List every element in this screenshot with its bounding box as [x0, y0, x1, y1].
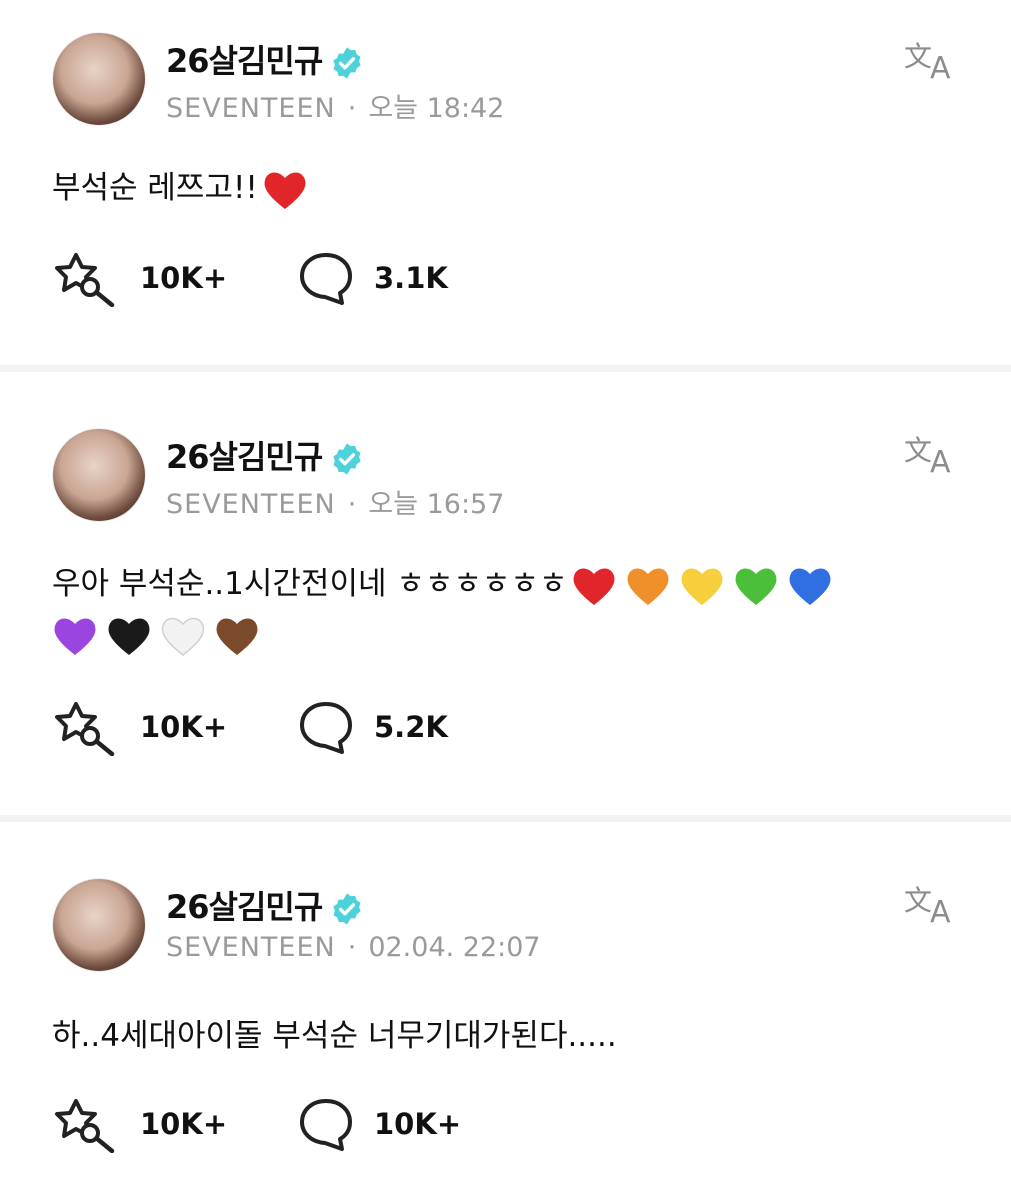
svg-text:文: 文: [904, 434, 932, 467]
comment-button[interactable]: 3.1K: [298, 248, 448, 308]
timestamp: 오늘 16:57: [368, 489, 505, 520]
like-button[interactable]: 10K+: [52, 1094, 227, 1154]
black-heart-icon: [108, 618, 150, 655]
meta-separator: ·: [347, 93, 357, 124]
post-divider: [0, 365, 1011, 372]
username[interactable]: 26살김민규: [166, 36, 364, 82]
group-name: SEVENTEEN: [166, 93, 336, 124]
avatar[interactable]: [52, 32, 146, 126]
comment-count: 3.1K: [374, 261, 448, 295]
post-meta: SEVENTEEN · 02.04. 22:07: [166, 932, 541, 963]
post: 26살김민규 SEVENTEEN · 오늘 16:57 文 A 우아 부석순..1시…: [0, 372, 1011, 815]
comment-button[interactable]: 5.2K: [298, 697, 448, 757]
star-pin-icon: [55, 1099, 115, 1153]
svg-text:A: A: [930, 445, 951, 476]
like-button[interactable]: 10K+: [52, 248, 227, 308]
post-divider: [0, 815, 1011, 822]
post-text: 하..4세대아이돌 부석순 너무기대가된다.....: [52, 1008, 617, 1064]
group-name: SEVENTEEN: [166, 932, 336, 963]
post-text-content: 우아 부석순..1시간전이네 ㅎㅎㅎㅎㅎㅎ: [52, 566, 568, 602]
meta-separator: ·: [347, 489, 357, 520]
username-text: 26살김민규: [166, 438, 323, 476]
translate-icon[interactable]: 文 A: [902, 432, 962, 476]
like-button[interactable]: 10K+: [52, 697, 227, 757]
svg-text:A: A: [930, 51, 951, 82]
like-count: 10K+: [140, 1107, 228, 1141]
post-text-emoji-row: [52, 615, 268, 657]
verified-badge-icon: [333, 443, 361, 475]
red-heart-icon: [264, 171, 306, 209]
speech-bubble-icon: [300, 702, 352, 754]
group-name: SEVENTEEN: [166, 489, 336, 520]
meta-separator: ·: [347, 932, 357, 963]
post: 26살김민규 SEVENTEEN · 02.04. 22:07 文 A 하..4세대…: [0, 822, 1011, 1200]
post-text: 부석순 레쯔고!!: [52, 160, 316, 216]
red-heart-icon: [574, 567, 615, 605]
username[interactable]: 26살김민규: [166, 882, 364, 928]
translate-icon[interactable]: 文 A: [902, 882, 962, 926]
svg-text:A: A: [930, 895, 951, 926]
comment-button[interactable]: 10K+: [298, 1094, 461, 1154]
verified-badge-icon: [333, 893, 361, 925]
blue-heart-icon: [790, 567, 831, 605]
star-pin-icon: [55, 253, 115, 307]
timestamp: 오늘 18:42: [368, 93, 505, 124]
like-count: 10K+: [140, 710, 228, 744]
star-pin-icon: [55, 702, 115, 756]
green-heart-icon: [736, 567, 777, 605]
svg-text:文: 文: [904, 40, 932, 73]
speech-bubble-icon: [300, 1099, 352, 1151]
avatar[interactable]: [52, 878, 146, 972]
orange-heart-icon: [628, 567, 669, 605]
post-meta: SEVENTEEN · 오늘 18:42: [166, 86, 504, 125]
translate-icon[interactable]: 文 A: [902, 38, 962, 82]
comment-count: 10K+: [374, 1107, 462, 1141]
white-heart-icon: [161, 617, 205, 656]
username-text: 26살김민규: [166, 888, 323, 926]
post-text: 우아 부석순..1시간전이네 ㅎㅎㅎㅎㅎㅎ: [52, 556, 841, 612]
avatar[interactable]: [52, 428, 146, 522]
like-count: 10K+: [140, 261, 228, 295]
username[interactable]: 26살김민규: [166, 432, 364, 478]
post-text-content: 부석순 레쯔고!!: [52, 170, 258, 206]
post: 26살김민규 SEVENTEEN · 오늘 18:42 文 A 부석순 레쯔고!! …: [0, 0, 1011, 365]
post-text-content: 하..4세대아이돌 부석순 너무기대가된다.....: [52, 1018, 617, 1054]
svg-text:文: 文: [904, 884, 932, 917]
brown-heart-icon: [216, 618, 258, 655]
purple-heart-icon: [54, 618, 96, 655]
comment-count: 5.2K: [374, 710, 448, 744]
timestamp: 02.04. 22:07: [368, 932, 541, 963]
yellow-heart-icon: [682, 567, 723, 605]
speech-bubble-icon: [300, 253, 352, 305]
username-text: 26살김민규: [166, 42, 323, 80]
post-meta: SEVENTEEN · 오늘 16:57: [166, 482, 504, 521]
verified-badge-icon: [333, 47, 361, 79]
